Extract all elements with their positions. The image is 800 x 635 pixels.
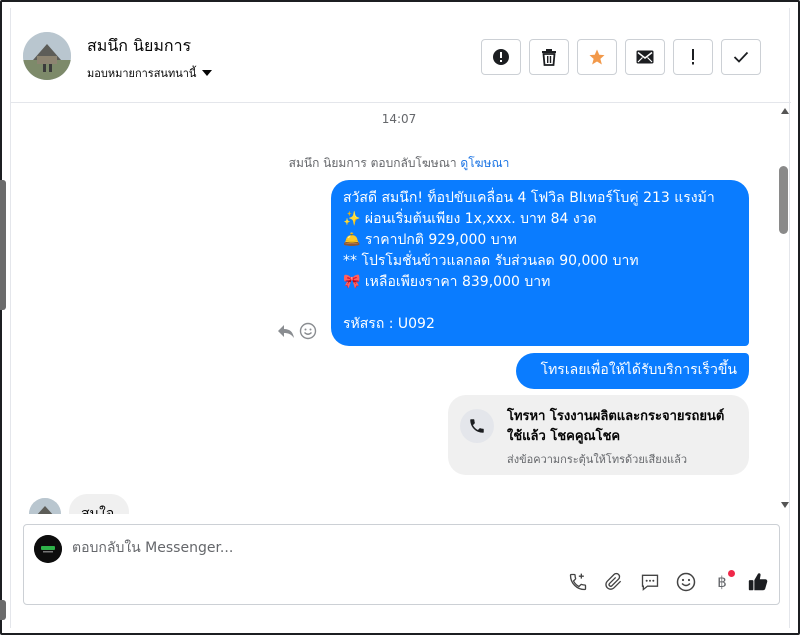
send-like-button[interactable] (747, 571, 769, 593)
alert-circle-icon (493, 49, 509, 65)
message-line: สวัสดี สมนึก! ท็อปขับเคลื่อน 4 โฟวิล BIเ… (343, 190, 715, 206)
trash-icon (542, 49, 556, 66)
spam-button[interactable] (481, 39, 521, 75)
message-line (343, 293, 737, 314)
message-timestamp: 14:07 (381, 112, 417, 126)
mark-unread-button[interactable] (625, 39, 665, 75)
message-line: ** โปรโมชั่นข้าวแลกลด รับส่วนลด 90,000 บ… (343, 253, 639, 269)
exclamation-icon (692, 49, 694, 65)
scrollbar-thumb[interactable] (779, 166, 788, 234)
delete-button[interactable] (529, 39, 569, 75)
check-icon (733, 51, 749, 63)
message-thread[interactable]: 14:07 สมนึก นิยมการ ตอบกลับโฆษณา ดูโฆษณา… (11, 104, 791, 514)
notification-dot (728, 570, 735, 577)
left-edge-handle-bottom (0, 600, 6, 620)
caret-down-icon (202, 70, 213, 76)
follow-up-button[interactable] (673, 39, 713, 75)
emoji-button[interactable] (675, 571, 697, 593)
paperclip-icon (605, 572, 622, 590)
message-line: 🛎️ ราคาปกติ 929,000 บาท (343, 232, 517, 248)
envelope-icon (636, 50, 654, 64)
conversation-panel: สมนึก นิยมการ มอบหมายการสนทนานี้ 14:07 ส… (10, 8, 791, 628)
reply-composer: ฿ (23, 524, 780, 605)
contact-name[interactable]: สมนึก นิยมการ (87, 34, 191, 59)
reply-icon[interactable] (277, 323, 295, 339)
mark-done-button[interactable] (721, 39, 761, 75)
composer-tools: ฿ (567, 570, 769, 593)
thumbs-up-icon (748, 573, 768, 591)
saved-replies-button[interactable] (639, 571, 661, 593)
phone-plus-icon (569, 573, 587, 591)
call-card-title: โทรหา โรงงานผลิตและกระจายรถยนต์ใช้แล้ว โ… (507, 409, 725, 444)
ad-reply-notice: สมนึก นิยมการ ตอบกลับโฆษณา ดูโฆษณา (11, 154, 787, 173)
view-ad-link[interactable]: ดูโฆษณา (460, 156, 509, 170)
reply-input[interactable] (72, 537, 752, 559)
message-hover-actions (277, 322, 317, 340)
assign-label: มอบหมายการสนทนานี้ (87, 67, 197, 80)
chat-bubble-icon (641, 574, 659, 591)
call-card-subtitle: ส่งข้อความกระตุ้นให้โทรด้วยเสียงแล้ว (507, 453, 688, 466)
call-card[interactable]: โทรหา โรงงานผลิตและกระจายรถยนต์ใช้แล้ว โ… (448, 395, 749, 475)
message-line: รหัสรถ : U092 (343, 316, 435, 332)
assign-conversation-dropdown[interactable]: มอบหมายการสนทนานี้ (87, 64, 213, 82)
header-actions (481, 39, 761, 75)
scroll-down-arrow[interactable] (781, 502, 789, 508)
left-edge-handle (0, 180, 6, 310)
message-line: 🎀 เหลือเพียงราคา 839,000 บาท (343, 274, 551, 290)
smiley-icon (676, 572, 696, 592)
payment-button[interactable]: ฿ (711, 570, 735, 593)
attach-button[interactable] (603, 571, 625, 593)
outgoing-call-prompt[interactable]: โทรเลยเพื่อให้ได้รับบริการเร็วขึ้น (516, 353, 749, 389)
baht-icon: ฿ (717, 573, 727, 591)
star-button[interactable] (577, 39, 617, 75)
incoming-message[interactable]: สนใจ (69, 494, 129, 514)
message-line: ✨ ผ่อนเริ่มต้นเพียง 1x,xxx. บาท 84 งวด (343, 211, 597, 227)
contact-avatar-small (29, 498, 61, 514)
ad-reply-text: สมนึก นิยมการ ตอบกลับโฆษณา (288, 156, 457, 170)
conversation-header: สมนึก นิยมการ มอบหมายการสนทนานี้ (11, 8, 791, 103)
page-avatar (34, 535, 62, 563)
outgoing-ad-message[interactable]: สวัสดี สมนึก! ท็อปขับเคลื่อน 4 โฟวิล BIเ… (331, 180, 749, 346)
react-emoji-icon[interactable] (299, 322, 317, 340)
star-icon (589, 49, 605, 65)
call-request-button[interactable] (567, 571, 589, 593)
phone-icon (470, 419, 484, 433)
phone-icon-wrap (460, 409, 494, 443)
contact-avatar[interactable] (23, 32, 71, 80)
